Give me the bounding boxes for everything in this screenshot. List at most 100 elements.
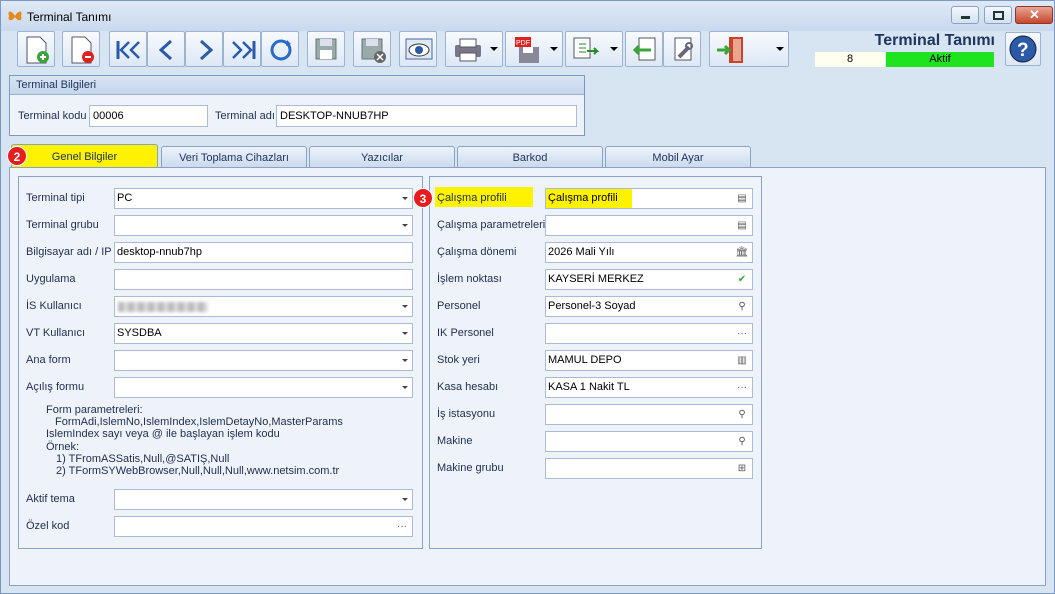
check-icon[interactable]: ✔ [735, 273, 749, 287]
ellipsis-icon[interactable]: ··· [395, 520, 409, 534]
main-window: Terminal Tanımı ✕ PDF Terminal Tanımı 8 … [0, 0, 1055, 594]
field-label: Makine grubu [437, 462, 504, 474]
work-profile-field[interactable]: Çalışma profili ▤ [545, 188, 753, 209]
special-code-field[interactable]: ··· [114, 516, 413, 537]
next-record-button[interactable] [185, 31, 223, 67]
new-record-button[interactable] [17, 31, 55, 67]
terminal-info-group: Terminal Bilgileri Terminal kodu 00006 T… [9, 75, 585, 136]
print-icon [455, 38, 481, 62]
workstation-field[interactable]: ⚲ [545, 404, 753, 425]
work-parameters-field[interactable]: ▤ [545, 215, 753, 236]
os-user-select[interactable] [114, 296, 413, 317]
application-field[interactable] [114, 269, 413, 290]
step-badge: 2 [7, 146, 27, 166]
bank-icon[interactable]: 🏛 [735, 246, 749, 260]
minimize-button[interactable] [951, 6, 979, 24]
group-icon[interactable]: ⊞ [735, 462, 749, 476]
terminal-name-label: Terminal adı [215, 110, 275, 122]
chevron-down-icon [776, 47, 784, 51]
chevron-down-icon [402, 498, 408, 501]
chevron-down-icon [610, 47, 618, 51]
startup-form-select[interactable] [114, 377, 413, 398]
save-button[interactable] [307, 31, 345, 67]
cash-account-field[interactable]: KASA 1 Nakit TL ··· [545, 377, 753, 398]
export-button[interactable] [565, 31, 623, 67]
field-label: Kasa hesabı [437, 381, 499, 393]
field-label: Çalışma parametreleri [437, 219, 546, 231]
tab-genel-bilgiler[interactable]: Genel Bilgiler [11, 144, 158, 168]
first-record-button[interactable] [109, 31, 147, 67]
cancel-changes-button[interactable] [353, 31, 391, 67]
terminal-code-field[interactable]: 00006 [89, 105, 208, 127]
hr-personnel-field[interactable]: ··· [545, 323, 753, 344]
chevron-down-icon [402, 359, 408, 362]
operation-point-field[interactable]: KAYSERİ MERKEZ ✔ [545, 269, 753, 290]
export-icon [573, 37, 600, 59]
tab-mobil-ayar[interactable]: Mobil Ayar [605, 146, 751, 168]
person-search-icon[interactable]: ⚲ [735, 300, 749, 314]
maximize-button[interactable] [984, 6, 1012, 24]
chevron-down-icon [402, 305, 408, 308]
window-title: Terminal Tanımı [27, 10, 112, 24]
previous-record-button[interactable] [147, 31, 185, 67]
field-label: Uygulama [26, 273, 76, 285]
close-button[interactable]: ✕ [1015, 6, 1053, 24]
ellipsis-icon[interactable]: ··· [735, 381, 749, 395]
note-line: FormAdi,IslemNo,IslemIndex,IslemDetayNo,… [55, 416, 343, 429]
last-record-button[interactable] [223, 31, 261, 67]
svg-text:PDF: PDF [516, 40, 530, 47]
field-label: Açılış formu [26, 381, 85, 393]
field-label: Terminal tipi [26, 192, 85, 204]
note-line: IslemIndex sayı veya @ ile başlayan işle… [46, 428, 280, 441]
computer-name-field[interactable]: desktop-nnub7hp [114, 242, 413, 263]
terminal-code-label: Terminal kodu [18, 110, 87, 122]
status-badge: Aktif [886, 52, 994, 67]
tools-button[interactable] [663, 31, 701, 67]
butterfly-icon [8, 11, 22, 21]
maximize-icon [993, 11, 1004, 20]
print-button[interactable] [445, 31, 503, 67]
chevron-down-icon [550, 47, 558, 51]
field-label: Çalışma profili [437, 192, 507, 204]
import-icon [632, 37, 656, 61]
refresh-icon [270, 39, 292, 61]
tab-yazicilar[interactable]: Yazıcılar [309, 146, 455, 168]
field-label: Personel [437, 300, 481, 312]
tab-veri-toplama[interactable]: Veri Toplama Cihazları [161, 146, 307, 168]
field-value: Personel-3 Soyad [548, 300, 636, 312]
tab-barkod[interactable]: Barkod [457, 146, 603, 168]
ellipsis-icon[interactable]: ··· [735, 327, 749, 341]
help-button[interactable]: ? [1005, 32, 1041, 66]
machine-field[interactable]: ⚲ [545, 431, 753, 452]
field-label: Aktif tema [26, 493, 75, 505]
db-user-select[interactable]: SYSDBA [114, 323, 413, 344]
list-icon[interactable]: ▤ [735, 192, 749, 206]
personnel-field[interactable]: Personel-3 Soyad ⚲ [545, 296, 753, 317]
fiscal-period-field[interactable]: 2026 Mali Yılı 🏛 [545, 242, 753, 263]
note-line: Örnek: [46, 440, 80, 453]
main-form-select[interactable] [114, 350, 413, 371]
preview-icon [405, 38, 433, 60]
pdf-export-button[interactable]: PDF [505, 31, 563, 67]
refresh-button[interactable] [261, 31, 299, 67]
next-record-icon [199, 39, 214, 61]
barcode-icon[interactable]: ▥ [735, 354, 749, 368]
step-badge: 3 [413, 188, 433, 208]
stock-location-field[interactable]: MAMUL DEPO ▥ [545, 350, 753, 371]
search-icon[interactable]: ⚲ [735, 435, 749, 449]
import-button[interactable] [625, 31, 663, 67]
list-icon[interactable]: ▤ [735, 219, 749, 233]
terminal-type-select[interactable]: PC [114, 188, 413, 209]
chevron-down-icon [402, 332, 408, 335]
active-theme-select[interactable] [114, 489, 413, 510]
preview-button[interactable] [399, 31, 437, 67]
terminal-name-field[interactable]: DESKTOP-NNUB7HP [276, 105, 577, 127]
delete-record-button[interactable] [62, 31, 100, 67]
close-icon: ✕ [1029, 7, 1040, 22]
exit-button[interactable] [709, 31, 789, 67]
search-icon[interactable]: ⚲ [735, 408, 749, 422]
note-line: Form parametreleri: [46, 404, 143, 416]
machine-group-field[interactable]: ⊞ [545, 458, 753, 479]
terminal-group-select[interactable] [114, 215, 413, 236]
chevron-down-icon [402, 386, 408, 389]
